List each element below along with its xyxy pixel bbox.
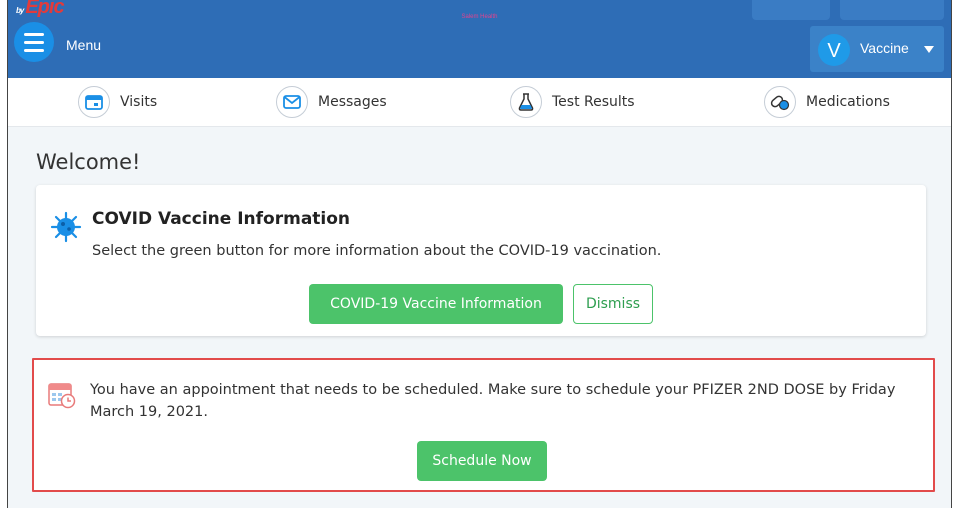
schedule-now-button[interactable]: Schedule Now: [417, 441, 547, 481]
nav-item-medications[interactable]: Medications: [764, 86, 890, 118]
menu-label[interactable]: Menu: [66, 37, 101, 53]
dismiss-button[interactable]: Dismiss: [573, 284, 653, 324]
activity-nav: Visits Messages Test Results Medications: [8, 78, 951, 127]
calendar-icon: [78, 86, 110, 118]
hamburger-icon-line: [24, 40, 44, 44]
card-description: Select the green button for more informa…: [92, 243, 662, 259]
pills-icon: [764, 86, 796, 118]
top-tab-left[interactable]: [752, 0, 830, 20]
nav-item-visits[interactable]: Visits: [78, 86, 157, 118]
calendar-clock-icon: [47, 380, 77, 414]
flask-icon: [510, 86, 542, 118]
top-tab-right[interactable]: [840, 0, 944, 20]
covid-vaccine-info-button[interactable]: COVID-19 Vaccine Information: [309, 284, 563, 324]
top-bar: by Epic Salem Health Menu V Vaccine: [8, 0, 951, 78]
nav-label: Medications: [806, 94, 890, 110]
covid-info-card: COVID Vaccine Information Select the gre…: [36, 185, 926, 336]
account-menu-button[interactable]: V Vaccine: [810, 26, 944, 72]
hamburger-icon-line: [24, 32, 44, 36]
caret-down-icon: [924, 46, 934, 53]
hamburger-icon-line: [24, 48, 44, 52]
menu-button[interactable]: [14, 22, 54, 62]
nav-item-test-results[interactable]: Test Results: [510, 86, 635, 118]
card-title: COVID Vaccine Information: [92, 209, 351, 229]
appointment-card: You have an appointment that needs to be…: [32, 358, 935, 492]
nav-label: Visits: [120, 94, 158, 110]
nav-label: Messages: [318, 94, 387, 110]
appointment-message: You have an appointment that needs to be…: [90, 382, 896, 420]
nav-label: Test Results: [552, 94, 635, 110]
virus-icon: [50, 211, 82, 247]
page-title: Welcome!: [36, 150, 141, 174]
app-frame: by Epic Salem Health Menu V Vaccine Visit…: [7, 0, 952, 508]
envelope-icon: [276, 86, 308, 118]
account-name: Vaccine: [860, 40, 909, 56]
nav-item-messages[interactable]: Messages: [276, 86, 387, 118]
avatar: V: [818, 34, 850, 66]
